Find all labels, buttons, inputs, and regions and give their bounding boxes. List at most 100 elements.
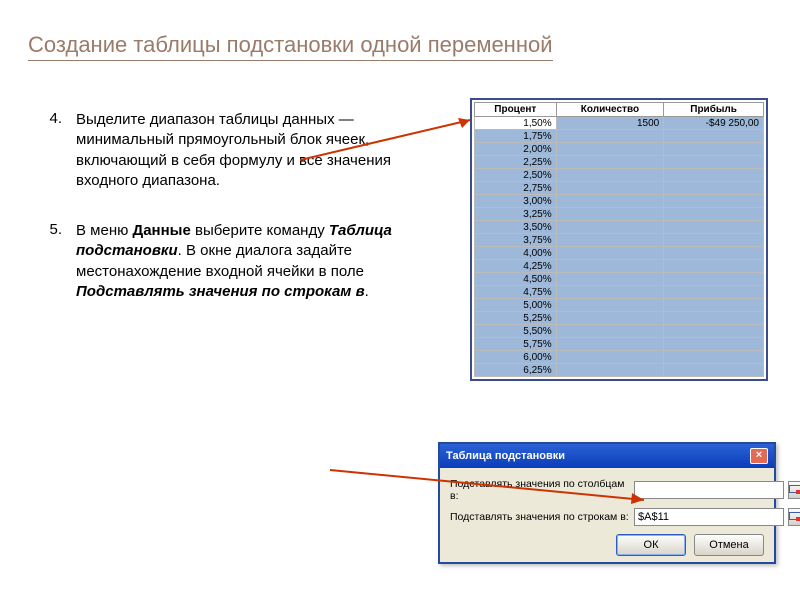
table-cell — [664, 338, 764, 351]
table-cell — [556, 130, 664, 143]
table-row: 4,00% — [475, 247, 764, 260]
table-cell — [664, 143, 764, 156]
table-row: 2,00% — [475, 143, 764, 156]
instruction-number: 4. — [30, 110, 76, 191]
table-cell: 5,00% — [475, 299, 557, 312]
range-picker-button-cols[interactable] — [788, 481, 800, 499]
input-cols[interactable] — [634, 481, 784, 499]
instruction-number: 5. — [30, 221, 76, 302]
table-cell — [664, 208, 764, 221]
table-cell — [556, 286, 664, 299]
table-cell — [556, 312, 664, 325]
table-cell: 1500 — [556, 117, 664, 130]
table-cell: 3,00% — [475, 195, 557, 208]
table-header-cell: Прибыль — [664, 103, 764, 117]
dialog-row-rows: Подставлять значения по строкам в: — [450, 508, 764, 526]
table-cell — [664, 182, 764, 195]
table-row: 5,50% — [475, 325, 764, 338]
dialog-titlebar: Таблица подстановки × — [440, 444, 774, 468]
table-cell: 3,25% — [475, 208, 557, 221]
instruction-item: 4.Выделите диапазон таблицы данных — мин… — [30, 110, 420, 191]
table-row: 4,25% — [475, 260, 764, 273]
table-cell: 2,25% — [475, 156, 557, 169]
page-title: Создание таблицы подстановки одной перем… — [28, 32, 553, 61]
table-cell: 2,50% — [475, 169, 557, 182]
dialog-body: Подставлять значения по столбцам в: Подс… — [440, 468, 774, 562]
table-header-cell: Процент — [475, 103, 557, 117]
instruction-text: В меню Данные выберите команду Таблица п… — [76, 221, 420, 302]
table-row: 2,50% — [475, 169, 764, 182]
instructions-list: 4.Выделите диапазон таблицы данных — мин… — [30, 110, 420, 332]
table-row: 1,75% — [475, 130, 764, 143]
table-cell — [556, 364, 664, 377]
data-table: ПроцентКоличествоПрибыль 1,50%1500-$49 2… — [474, 102, 764, 377]
table-cell — [556, 195, 664, 208]
table-body: 1,50%1500-$49 250,001,75%2,00%2,25%2,50%… — [475, 117, 764, 377]
table-cell — [556, 169, 664, 182]
table-row: 5,75% — [475, 338, 764, 351]
table-cell — [664, 325, 764, 338]
table-cell: 2,00% — [475, 143, 557, 156]
table-cell — [556, 143, 664, 156]
instruction-text: Выделите диапазон таблицы данных — миним… — [76, 110, 420, 191]
table-cell: 3,75% — [475, 234, 557, 247]
table-cell: 5,25% — [475, 312, 557, 325]
table-cell: 4,25% — [475, 260, 557, 273]
table-cell — [664, 299, 764, 312]
table-cell — [664, 221, 764, 234]
table-cell — [664, 195, 764, 208]
table-cell: 6,00% — [475, 351, 557, 364]
input-rows[interactable] — [634, 508, 784, 526]
dialog-buttons: ОК Отмена — [450, 534, 764, 556]
instruction-item: 5.В меню Данные выберите команду Таблица… — [30, 221, 420, 302]
close-icon[interactable]: × — [750, 448, 768, 464]
table-cell: 5,75% — [475, 338, 557, 351]
table-header-cell: Количество — [556, 103, 664, 117]
table-cell: 3,50% — [475, 221, 557, 234]
table-cell — [556, 338, 664, 351]
table-cell — [556, 234, 664, 247]
table-cell — [664, 312, 764, 325]
range-picker-icon — [789, 512, 800, 522]
table-cell — [664, 247, 764, 260]
table-cell — [664, 351, 764, 364]
table-cell: 1,50% — [475, 117, 557, 130]
table-cell: 4,50% — [475, 273, 557, 286]
table-cell — [556, 182, 664, 195]
table-cell — [664, 169, 764, 182]
table-cell — [664, 286, 764, 299]
table-row: 3,75% — [475, 234, 764, 247]
table-row: 6,25% — [475, 364, 764, 377]
table-cell — [664, 364, 764, 377]
table-cell — [664, 234, 764, 247]
table-cell — [556, 351, 664, 364]
table-cell — [556, 273, 664, 286]
table-cell: 2,75% — [475, 182, 557, 195]
table-row: 3,00% — [475, 195, 764, 208]
ok-button[interactable]: ОК — [616, 534, 686, 556]
label-rows: Подставлять значения по строкам в: — [450, 511, 634, 523]
table-header-row: ПроцентКоличествоПрибыль — [475, 103, 764, 117]
table-cell — [556, 299, 664, 312]
table-cell: 4,75% — [475, 286, 557, 299]
table-cell: 6,25% — [475, 364, 557, 377]
table-cell — [556, 221, 664, 234]
table-row: 6,00% — [475, 351, 764, 364]
dialog-title-text: Таблица подстановки — [446, 450, 565, 462]
table-row: 2,25% — [475, 156, 764, 169]
table-cell — [664, 130, 764, 143]
cancel-button[interactable]: Отмена — [694, 534, 764, 556]
table-cell — [556, 325, 664, 338]
table-cell: -$49 250,00 — [664, 117, 764, 130]
substitution-dialog: Таблица подстановки × Подставлять значен… — [438, 442, 776, 564]
table-row: 1,50%1500-$49 250,00 — [475, 117, 764, 130]
table-cell — [664, 260, 764, 273]
table-row: 3,25% — [475, 208, 764, 221]
table-row: 4,50% — [475, 273, 764, 286]
table-row: 2,75% — [475, 182, 764, 195]
table-cell: 4,00% — [475, 247, 557, 260]
excel-table-screenshot: ПроцентКоличествоПрибыль 1,50%1500-$49 2… — [470, 98, 768, 381]
label-cols: Подставлять значения по столбцам в: — [450, 478, 634, 502]
range-picker-button-rows[interactable] — [788, 508, 800, 526]
dialog-row-cols: Подставлять значения по столбцам в: — [450, 478, 764, 502]
